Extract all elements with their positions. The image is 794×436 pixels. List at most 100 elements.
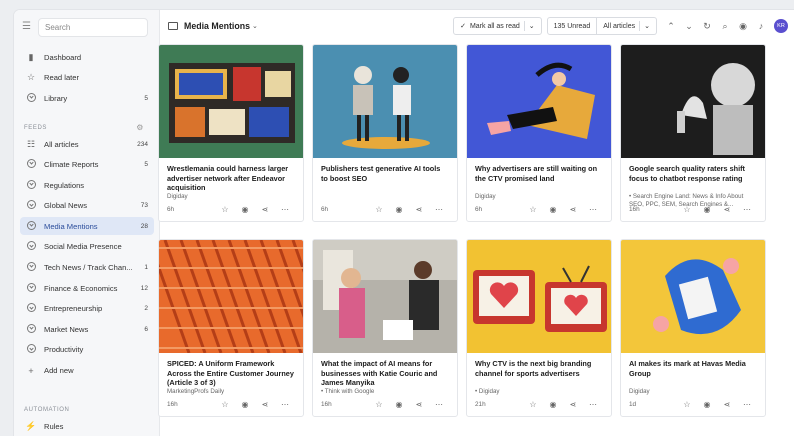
- more-icon[interactable]: ⋯: [583, 205, 603, 214]
- avatar[interactable]: KR: [774, 19, 788, 33]
- star-icon[interactable]: ☆: [677, 400, 697, 409]
- sidebar-item-feed[interactable]: Productivity: [20, 341, 154, 359]
- article-card[interactable]: Why CTV is the next big branding channel…: [466, 239, 612, 417]
- article-card[interactable]: Wrestlemania could harness larger advert…: [158, 44, 304, 222]
- article-card[interactable]: AI makes its mark at Havas Media Group Di…: [620, 239, 766, 417]
- search-icon[interactable]: ⌕: [716, 21, 734, 32]
- article-title[interactable]: Publishers test generative AI tools to b…: [313, 158, 457, 192]
- article-thumbnail[interactable]: [159, 240, 303, 353]
- rules-icon: ⚡: [25, 420, 37, 431]
- arrow-down-icon[interactable]: ⌄: [680, 21, 698, 32]
- sidebar-item-feed[interactable]: Entrepreneurship 2: [20, 300, 154, 318]
- mark-read-icon[interactable]: ◉: [697, 400, 717, 409]
- article-thumbnail[interactable]: [313, 45, 457, 158]
- sidebar-item-feed[interactable]: Social Media Presence: [20, 238, 154, 256]
- mark-read-icon[interactable]: ◉: [543, 400, 563, 409]
- article-title[interactable]: Why CTV is the next big branding channel…: [467, 353, 611, 387]
- star-icon[interactable]: ☆: [369, 205, 389, 214]
- article-thumbnail[interactable]: [467, 45, 611, 158]
- article-thumbnail[interactable]: [313, 240, 457, 353]
- more-icon[interactable]: ⋯: [583, 400, 603, 409]
- filter-select[interactable]: All articles ⌄: [597, 17, 657, 35]
- sidebar-item-dashboard[interactable]: ▮ Dashboard: [20, 48, 154, 66]
- mark-read-icon[interactable]: ◉: [235, 400, 255, 409]
- article-title[interactable]: What the impact of AI means for business…: [313, 353, 457, 387]
- more-icon[interactable]: ⋯: [737, 205, 757, 214]
- arrow-up-icon[interactable]: ⌃: [662, 21, 680, 32]
- more-icon[interactable]: ⋯: [737, 400, 757, 409]
- search-input[interactable]: Search: [38, 17, 148, 37]
- sidebar-item-feed[interactable]: + Add new: [20, 362, 154, 380]
- settings-icon[interactable]: ⚙: [136, 121, 144, 135]
- sidebar-item-feed[interactable]: Finance & Economics 12: [20, 279, 154, 297]
- article-thumbnail[interactable]: [159, 45, 303, 158]
- sidebar-item-count: 73: [140, 202, 148, 210]
- star-icon[interactable]: ☆: [677, 205, 697, 214]
- article-card[interactable]: SPICED: A Uniform Framework Across the E…: [158, 239, 304, 417]
- share-icon[interactable]: ⋖: [717, 400, 737, 409]
- chevron-down-icon: ⌄: [644, 23, 650, 30]
- article-actions: 6h ☆ ◉ ⋖ ⋯: [475, 203, 603, 215]
- star-icon[interactable]: ☆: [523, 205, 543, 214]
- share-icon[interactable]: ⋖: [409, 400, 429, 409]
- share-icon[interactable]: ⋖: [563, 205, 583, 214]
- mark-read-icon[interactable]: ◉: [389, 400, 409, 409]
- star-icon[interactable]: ☆: [215, 205, 235, 214]
- article-title[interactable]: Why advertisers are still waiting on the…: [467, 158, 611, 192]
- sidebar-item-rules[interactable]: ⚡ Rules: [20, 417, 154, 435]
- more-icon[interactable]: ⋯: [429, 205, 449, 214]
- sidebar-item-feed[interactable]: ☷ All articles 234: [20, 135, 154, 153]
- article-card[interactable]: What the impact of AI means for business…: [312, 239, 458, 417]
- mark-read-icon[interactable]: ◉: [543, 205, 563, 214]
- sidebar-item-read-later[interactable]: ☆ Read later: [20, 69, 154, 87]
- star-icon: ☆: [26, 72, 36, 83]
- article-thumbnail[interactable]: [467, 240, 611, 353]
- share-icon[interactable]: ⋖: [409, 205, 429, 214]
- article-title[interactable]: Wrestlemania could harness larger advert…: [159, 158, 303, 192]
- search-row: ☰ Search: [22, 17, 152, 37]
- refresh-icon[interactable]: ↻: [698, 21, 716, 32]
- article-thumbnail[interactable]: [621, 45, 765, 158]
- more-icon[interactable]: ⋯: [275, 205, 295, 214]
- article-title[interactable]: SPICED: A Uniform Framework Across the E…: [159, 353, 303, 387]
- mark-read-icon[interactable]: ◉: [235, 205, 255, 214]
- star-icon[interactable]: ☆: [523, 400, 543, 409]
- mark-read-icon[interactable]: ◉: [389, 205, 409, 214]
- page-title[interactable]: Media Mentions: [184, 21, 250, 31]
- sidebar-item-label: All articles: [44, 139, 79, 149]
- sidebar-item-feed[interactable]: Regulations: [20, 176, 154, 194]
- menu-icon[interactable]: ☰: [22, 22, 32, 32]
- bell-icon[interactable]: ♪: [752, 21, 770, 31]
- eye-icon[interactable]: ◉: [734, 21, 752, 32]
- article-card[interactable]: Publishers test generative AI tools to b…: [312, 44, 458, 222]
- share-icon[interactable]: ⋖: [563, 400, 583, 409]
- sidebar-item-feed[interactable]: Climate Reports 5: [20, 156, 154, 174]
- article-title[interactable]: AI makes its mark at Havas Media Group: [621, 353, 765, 387]
- share-icon[interactable]: ⋖: [717, 205, 737, 214]
- share-icon[interactable]: ⋖: [255, 205, 275, 214]
- article-source: • Digiday: [475, 388, 500, 395]
- sidebar-item-feed[interactable]: Media Mentions 28: [20, 217, 154, 236]
- article-actions: 16h ☆ ◉ ⋖ ⋯: [167, 398, 295, 410]
- more-icon[interactable]: ⋯: [275, 400, 295, 409]
- article-title[interactable]: Google search quality raters shift focus…: [621, 158, 765, 192]
- chevron-circle-icon: [24, 200, 38, 211]
- share-icon[interactable]: ⋖: [255, 400, 275, 409]
- article-source: [313, 192, 457, 194]
- sidebar-item-label: Regulations: [44, 180, 85, 190]
- sidebar-item-library[interactable]: Library 5: [20, 89, 154, 107]
- sidebar-item-count: 6: [144, 325, 148, 333]
- mark-read-icon[interactable]: ◉: [697, 205, 717, 214]
- more-icon[interactable]: ⋯: [429, 400, 449, 409]
- star-icon[interactable]: ☆: [215, 400, 235, 409]
- article-card[interactable]: Why advertisers are still waiting on the…: [466, 44, 612, 222]
- sidebar-item-feed[interactable]: Market News 6: [20, 320, 154, 338]
- unread-count[interactable]: 135 Unread: [546, 17, 598, 35]
- article-thumbnail[interactable]: [621, 240, 765, 353]
- sidebar-item-feed[interactable]: Tech News / Track Chan... 1: [20, 259, 154, 277]
- article-card[interactable]: Google search quality raters shift focus…: [620, 44, 766, 222]
- chevron-down-icon[interactable]: ⌄: [252, 22, 258, 30]
- mark-all-read-button[interactable]: ✓ Mark all as read ⌄: [453, 17, 542, 35]
- sidebar-item-feed[interactable]: Global News 73: [20, 197, 154, 215]
- star-icon[interactable]: ☆: [369, 400, 389, 409]
